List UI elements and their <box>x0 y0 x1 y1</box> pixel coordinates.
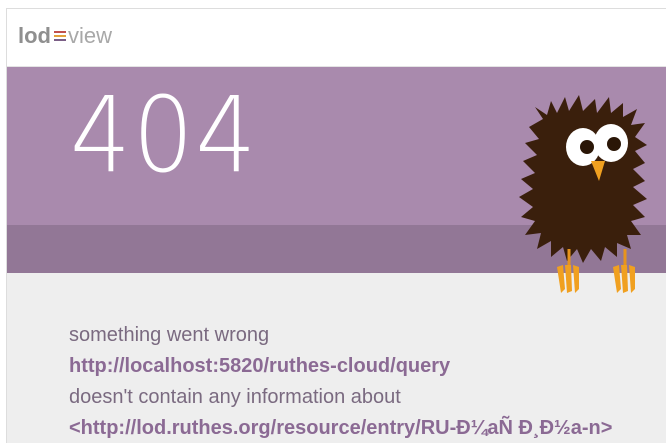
top-bar: lod view <box>7 9 666 67</box>
page-frame: lod view 404 something went wrong http:/… <box>6 8 666 443</box>
message-endpoint-url: http://localhost:5820/ruthes-cloud/query <box>69 355 451 377</box>
lodview-logo[interactable]: lod view <box>18 23 112 49</box>
logo-mark-icon <box>54 31 66 43</box>
message-resource-uri: <http://lod.ruthes.org/resource/entry/RU… <box>69 417 613 439</box>
owl-body <box>519 95 647 263</box>
owl-icon <box>519 95 647 293</box>
logo-text-lod: lod <box>18 23 51 48</box>
logo-text-view: view <box>68 23 113 48</box>
message-line-intro: something went wrong <box>69 324 270 346</box>
error-message: something went wrong http://localhost:58… <box>69 320 666 443</box>
message-line-explanation: doesn't contain any information about <box>69 386 401 408</box>
error-code: 404 <box>70 74 259 196</box>
owl-feet <box>557 265 635 293</box>
